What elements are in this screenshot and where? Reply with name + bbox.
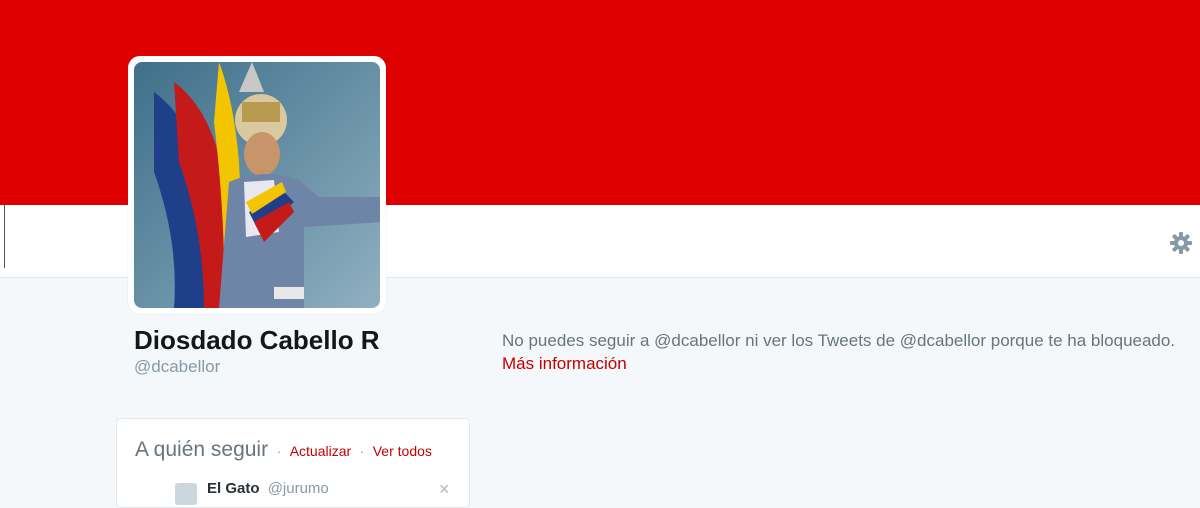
refresh-link[interactable]: Actualizar [290, 443, 351, 459]
view-all-link[interactable]: Ver todos [373, 443, 432, 459]
who-to-follow-header: A quién seguir · Actualizar · Ver todos [135, 437, 432, 465]
profile-handle[interactable]: @dcabellor [134, 356, 220, 378]
avatar-frame [128, 56, 386, 314]
who-to-follow-title: A quién seguir [135, 438, 269, 461]
more-info-link[interactable]: Más información [502, 353, 627, 375]
separator-dot: · [276, 443, 282, 459]
left-edge-divider [0, 205, 5, 268]
settings-button[interactable] [1166, 228, 1196, 258]
profile-name[interactable]: Diosdado Cabello R [134, 324, 380, 356]
suggestion-avatar[interactable] [175, 483, 197, 505]
avatar[interactable] [134, 62, 380, 308]
suggestion-handle: @jurumo [267, 480, 329, 497]
who-to-follow-module: A quién seguir · Actualizar · Ver todos … [116, 418, 470, 508]
dismiss-suggestion-button[interactable]: × [439, 479, 450, 499]
separator-dot: · [359, 443, 365, 459]
suggestion-item: El Gato @jurumo [207, 479, 329, 499]
gear-icon [1170, 232, 1192, 254]
suggestion-name[interactable]: El Gato [207, 480, 260, 497]
blocked-message: No puedes seguir a @dcabellor ni ver los… [502, 331, 1176, 350]
